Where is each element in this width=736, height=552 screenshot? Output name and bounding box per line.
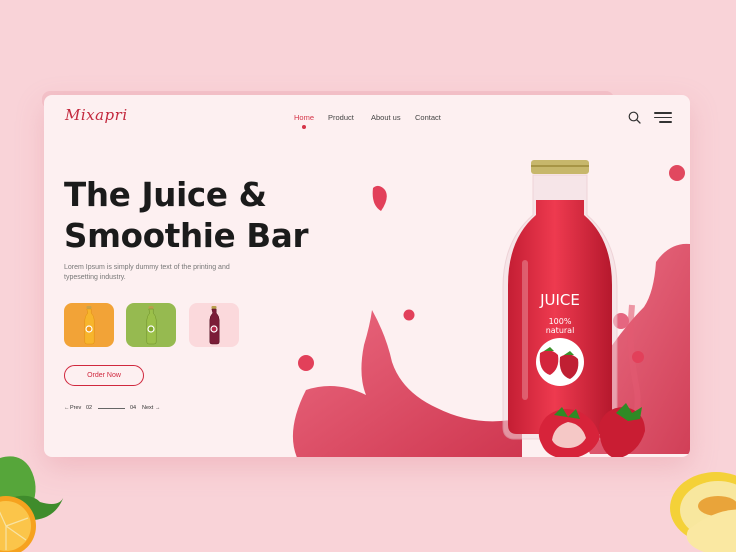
- bottle-label-natural: natural: [546, 326, 575, 335]
- juice-splash-illustration: JUICE 100% natural: [293, 160, 690, 457]
- bottle-label-juice: JUICE: [539, 291, 580, 309]
- melon-decoration: [670, 472, 736, 552]
- hero-card: Mixapri Home Product About us Contact Th…: [44, 95, 690, 457]
- bottle-label-percent: 100%: [549, 317, 572, 326]
- lime-orange-decoration: [0, 456, 64, 552]
